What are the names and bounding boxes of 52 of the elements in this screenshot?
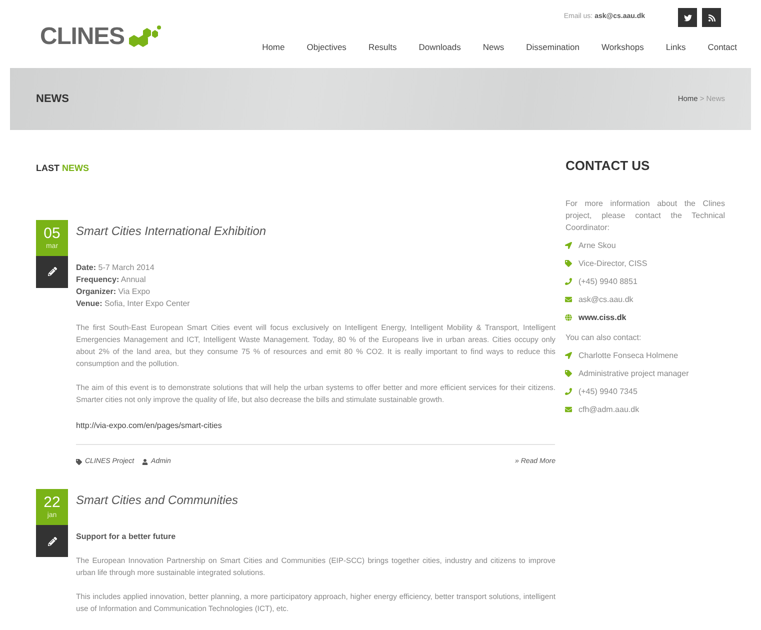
nav-link[interactable]: Links: [666, 41, 686, 54]
nav-link[interactable]: Objectives: [306, 41, 346, 54]
page-title: NEWS: [36, 92, 69, 107]
user-icon: [142, 458, 148, 465]
tag-icon: [565, 370, 572, 377]
article-detail: Venue: Sofia, Inter Expo Center: [76, 298, 191, 310]
pencil-icon: [48, 267, 56, 276]
nav-link[interactable]: Dissemination: [526, 41, 580, 54]
sidebar-intro: For more information about the Clines project, please contact the Technical Coordinator:: [565, 198, 725, 234]
tag-icon: [565, 260, 572, 267]
contact-text[interactable]: cfh@adm.aau.dk: [578, 404, 640, 416]
website-link[interactable]: www.ciss.dk: [578, 312, 626, 324]
rss-icon: [708, 14, 716, 22]
envelope-icon: [565, 406, 572, 413]
nav-link[interactable]: Home: [262, 41, 285, 54]
article-detail: Frequency: Annual: [76, 274, 147, 286]
section-heading: LAST NEWS: [36, 162, 90, 175]
pencil-icon: [48, 536, 56, 546]
date-day: 22: [44, 495, 60, 510]
sidebar-title: CONTACT US: [565, 157, 651, 175]
article-detail: Date: 5-7 March 2014: [76, 262, 156, 274]
globe-icon: [565, 314, 572, 321]
contact-text: (+45) 9940 8851: [578, 276, 638, 288]
article-link[interactable]: http://via-expo.com/en/pages/smart-cities: [76, 420, 556, 432]
nav-link[interactable]: Workshops: [602, 41, 644, 54]
nav-link[interactable]: Contact: [708, 41, 737, 54]
article-detail: Organizer: Via Expo: [76, 286, 152, 298]
twitter-button[interactable]: [678, 8, 697, 27]
location-arrow-icon: [565, 352, 572, 359]
article-title[interactable]: Smart Cities and Communities: [76, 491, 556, 509]
nav-link[interactable]: News: [482, 41, 504, 54]
contact-text[interactable]: ask@cs.aau.dk: [578, 294, 634, 306]
contact-text: (+45) 9940 7345: [578, 386, 638, 398]
contact-text: Charlotte Fonseca Holmene: [578, 350, 678, 362]
nav-link[interactable]: Results: [368, 41, 397, 54]
nav-link[interactable]: Downloads: [418, 41, 461, 54]
article-title[interactable]: Smart Cities International Exhibition: [76, 222, 556, 240]
phone-icon: [565, 388, 572, 395]
logo-text[interactable]: CLINES: [40, 19, 124, 55]
tag-icon: [76, 458, 82, 465]
contact-text: Arne Skou: [578, 240, 616, 252]
contact-text: Administrative project manager: [578, 368, 689, 380]
article-detail: Support for a better future: [76, 531, 177, 543]
hexagon-cluster-icon: [128, 25, 162, 49]
rss-button[interactable]: [702, 8, 721, 27]
envelope-icon: [565, 296, 572, 303]
contact-text: Vice-Director, CISS: [578, 258, 648, 270]
sidebar-text: You can also contact:: [565, 332, 642, 344]
phone-icon: [565, 278, 572, 285]
date-day: 05: [44, 226, 60, 240]
twitter-icon: [684, 14, 692, 22]
location-arrow-icon: [565, 242, 572, 249]
